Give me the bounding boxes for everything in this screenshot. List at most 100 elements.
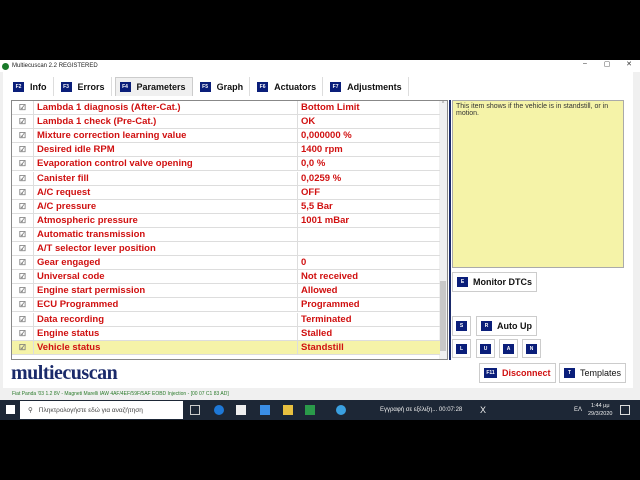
key-f4-icon: F4 (119, 82, 131, 92)
tab-bar: F2 Info F3 Errors F4 Parameters F5 Graph F6 Actua… (9, 77, 409, 96)
panel-divider[interactable] (449, 100, 451, 360)
parameter-value: OFF (301, 186, 320, 198)
table-row[interactable]: ☑ Canister fill 0,0259 % (12, 171, 440, 186)
row-checkbox[interactable]: ☑ (12, 298, 34, 312)
taskbar-search-input[interactable]: ⚲ Πληκτρολογήστε εδώ για αναζήτηση (20, 401, 183, 419)
parameter-value: 0,0259 % (301, 172, 342, 184)
maximize-button[interactable]: ▢ (596, 60, 618, 68)
s-button[interactable]: S (452, 316, 471, 336)
templates-button[interactable]: T Templates (559, 363, 627, 383)
key-f3-icon: F3 (60, 81, 72, 92)
table-row[interactable]: ☑ Vehicle status Standstill (12, 340, 440, 355)
row-checkbox[interactable]: ☑ (12, 129, 34, 143)
row-checkbox[interactable]: ☑ (12, 270, 34, 284)
l-button[interactable]: L (452, 339, 471, 358)
edge-icon[interactable] (214, 405, 224, 415)
row-checkbox[interactable]: ☑ (12, 143, 34, 157)
parameter-value: OK (301, 116, 316, 128)
table-row[interactable]: ☑ Lambda 1 diagnosis (After-Cat.) Bottom L… (12, 101, 440, 115)
parameter-value: Standstill (301, 341, 344, 353)
key-r-icon: R (481, 321, 492, 331)
row-checkbox[interactable]: ☑ (12, 185, 34, 199)
u-button[interactable]: U (476, 339, 495, 358)
row-checkbox[interactable]: ☑ (12, 242, 34, 255)
tab-parameters[interactable]: F4 Parameters (114, 77, 193, 96)
row-checkbox[interactable]: ☑ (12, 213, 34, 227)
file-explorer-icon[interactable] (283, 405, 293, 415)
table-row[interactable]: ☑ Gear engaged 0 (12, 256, 440, 271)
tab-info[interactable]: F2 Info (9, 77, 54, 96)
parameter-name: A/C pressure (34, 199, 298, 213)
auto-up-button[interactable]: R Auto Up (476, 316, 537, 336)
table-row[interactable]: ☑ A/T selector lever position (12, 242, 440, 256)
row-checkbox[interactable]: ☑ (12, 312, 34, 326)
parameter-name: Engine start permission (34, 284, 298, 298)
row-checkbox[interactable]: ☑ (12, 101, 34, 114)
parameter-value: 0,000000 % (301, 130, 352, 142)
parameter-name: Evaporation control valve opening (34, 157, 298, 171)
table-row[interactable]: ☑ Data recording Terminated (12, 312, 440, 327)
notifications-icon[interactable] (620, 405, 630, 415)
minimize-button[interactable]: – (574, 60, 596, 68)
tab-label: Adjustments (347, 81, 402, 92)
monitor-dtcs-button[interactable]: E Monitor DTCs (452, 272, 537, 292)
tab-actuators[interactable]: F6 Actuators (253, 77, 324, 96)
parameter-name: Lambda 1 check (Pre-Cat.) (34, 115, 298, 129)
key-n-icon: N (526, 343, 537, 354)
table-row[interactable]: ☑ A/C request OFF (12, 185, 440, 200)
mail-icon[interactable] (260, 405, 270, 415)
task-view-icon[interactable] (190, 405, 200, 415)
multiecuscan-logo: multiecuscan (11, 362, 118, 384)
row-checkbox[interactable]: ☑ (12, 284, 34, 298)
multiecuscan-taskbar-icon[interactable] (305, 405, 315, 415)
table-row[interactable]: ☑ Lambda 1 check (Pre-Cat.) OK (12, 115, 440, 130)
clock-time: 1:44 μμ (590, 403, 610, 409)
table-row[interactable]: ☑ Atmospheric pressure 1001 mBar (12, 213, 440, 228)
clock[interactable]: 1:44 μμ 29/3/2020 (588, 402, 612, 418)
table-row[interactable]: ☑ Universal code Not received (12, 270, 440, 285)
close-button[interactable]: ✕ (618, 60, 640, 68)
table-row[interactable]: ☑ Engine status Stalled (12, 326, 440, 341)
scrollbar-thumb[interactable] (440, 281, 446, 351)
parameter-name: ECU Programmed (34, 298, 298, 312)
recording-close-button[interactable]: X (480, 405, 486, 415)
row-checkbox[interactable]: ☑ (12, 115, 34, 129)
tab-adjustments[interactable]: F7 Adjustments (326, 77, 409, 96)
table-row[interactable]: ☑ Engine start permission Allowed (12, 284, 440, 299)
table-row[interactable]: ☑ Evaporation control valve opening 0,0 % (12, 157, 440, 172)
row-checkbox[interactable]: ☑ (12, 256, 34, 270)
parameter-name: Engine status (34, 326, 298, 340)
table-row[interactable]: ☑ Mixture correction learning value 0,0000… (12, 129, 440, 144)
info-description: This item shows if the vehicle is in sta… (452, 100, 624, 268)
row-checkbox[interactable]: ☑ (12, 326, 34, 340)
windows-start-icon[interactable] (6, 405, 15, 414)
status-bar: Fiat Panda '03 1.2 8V - Magneti Marelli … (12, 391, 229, 397)
disconnect-button[interactable]: F11 Disconnect (479, 363, 556, 383)
key-f5-icon: F5 (199, 81, 211, 92)
tab-label: Parameters (136, 82, 186, 92)
table-row[interactable]: ☑ A/C pressure 5,5 Bar (12, 199, 440, 214)
row-checkbox[interactable]: ☑ (12, 199, 34, 213)
table-row[interactable]: ☑ Automatic transmission (12, 227, 440, 242)
key-a-icon: A (503, 343, 514, 354)
language-indicator[interactable]: ΕΛ (574, 407, 582, 413)
table-row[interactable]: ☑ Desired idle RPM 1400 rpm (12, 143, 440, 158)
title-bar: Multiecuscan 2.2 REGISTERED – ▢ ✕ (0, 60, 640, 72)
table-scrollbar[interactable]: ^ (439, 101, 447, 359)
tab-label: Actuators (274, 81, 317, 92)
tab-errors[interactable]: F3 Errors (57, 77, 112, 96)
row-checkbox[interactable]: ☑ (12, 157, 34, 171)
parameter-name: Gear engaged (34, 256, 298, 270)
recorder-icon[interactable] (336, 405, 346, 415)
n-button[interactable]: N (522, 339, 541, 358)
row-checkbox[interactable]: ☑ (12, 340, 34, 354)
a-button[interactable]: A (499, 339, 518, 358)
app-window: Multiecuscan 2.2 REGISTERED – ▢ ✕ F2 Info… (0, 60, 640, 400)
tab-graph[interactable]: F5 Graph (196, 77, 251, 96)
table-row[interactable]: ☑ ECU Programmed Programmed (12, 298, 440, 313)
key-f6-icon: F6 (257, 81, 269, 92)
row-checkbox[interactable]: ☑ (12, 171, 34, 185)
parameter-value: 0 (301, 257, 307, 269)
store-icon[interactable] (236, 405, 246, 415)
row-checkbox[interactable]: ☑ (12, 227, 34, 241)
